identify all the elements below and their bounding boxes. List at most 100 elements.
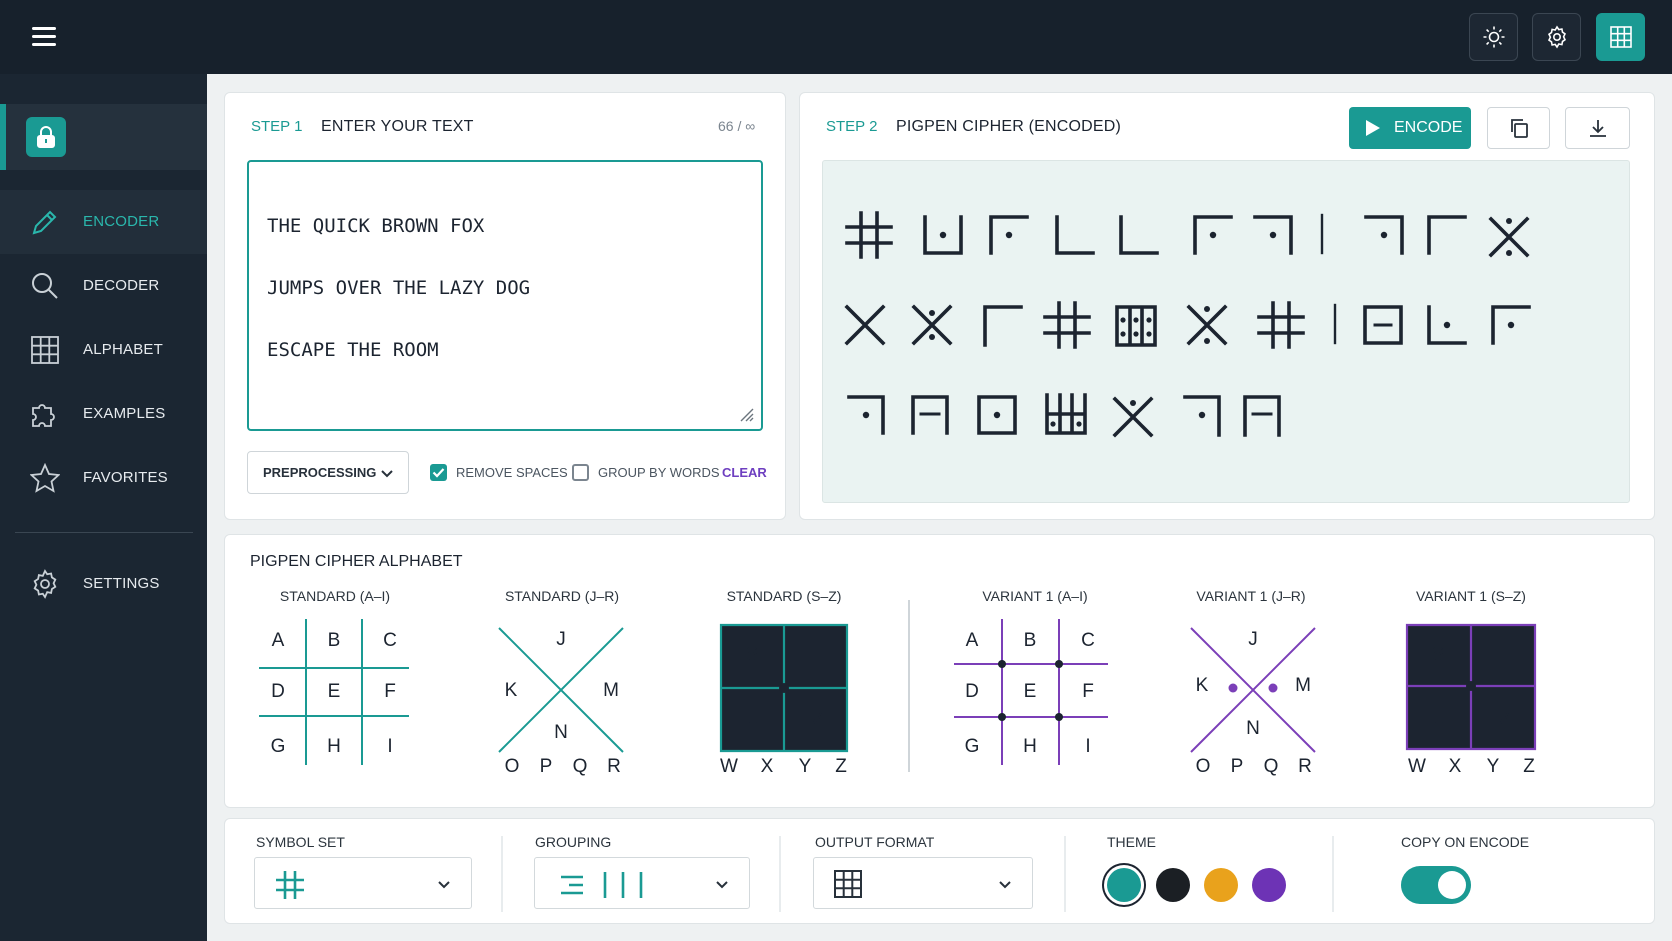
gear-icon xyxy=(1547,25,1566,49)
grid-view-button[interactable] xyxy=(1596,13,1645,61)
star-icon xyxy=(30,463,60,493)
svg-text:M: M xyxy=(603,680,619,701)
grid-icon xyxy=(834,870,862,898)
hash-icon xyxy=(276,871,304,899)
svg-text:V: V xyxy=(1497,709,1510,730)
grid-letters: A B C D E F G H I xyxy=(271,630,397,757)
settings-button[interactable] xyxy=(1532,13,1581,61)
svg-text:E: E xyxy=(328,681,341,702)
download-button[interactable] xyxy=(1565,107,1630,149)
chevron-down-icon xyxy=(716,881,728,889)
puzzle-icon xyxy=(32,404,55,427)
output-format-label: OUTPUT FORMAT xyxy=(815,834,935,850)
remove-spaces-label: REMOVE SPACES xyxy=(456,465,568,480)
cipher-glyph xyxy=(1119,215,1159,255)
svg-text:V: V xyxy=(810,709,823,730)
grouping-select[interactable] xyxy=(534,857,750,909)
sidebar-item-label: DECODER xyxy=(83,277,160,294)
cipher-glyph xyxy=(911,395,949,435)
copy-on-encode-toggle[interactable] xyxy=(1401,866,1471,904)
cipher-glyph xyxy=(911,304,953,346)
svg-text:K: K xyxy=(505,680,518,701)
top-bar xyxy=(0,0,1672,74)
sidebar-item-label: ALPHABET xyxy=(83,341,163,358)
theme-swatch-black[interactable] xyxy=(1156,868,1190,902)
step2-title: PIGPEN CIPHER (ENCODED) xyxy=(896,118,1122,135)
svg-text:N: N xyxy=(554,722,568,743)
cipher-glyph xyxy=(1045,393,1087,435)
output-format-select[interactable] xyxy=(813,857,1033,909)
svg-text:I: I xyxy=(387,736,392,757)
cipher-glyph xyxy=(1364,215,1404,255)
symbol-set-label: SYMBOL SET xyxy=(256,834,345,850)
grouping-label: GROUPING xyxy=(535,834,612,850)
alphabet-title: PIGPEN CIPHER ALPHABET xyxy=(250,553,463,570)
svg-text:H: H xyxy=(1023,736,1037,757)
svg-text:U: U xyxy=(745,709,759,730)
download-icon xyxy=(1589,120,1606,137)
text-input[interactable]: THE QUICK BROWN FOX JUMPS OVER THE LAZY … xyxy=(247,160,763,431)
preprocessing-dropdown[interactable]: PREPROCESSING xyxy=(247,451,409,494)
copy-button[interactable] xyxy=(1487,107,1550,149)
svg-text:R: R xyxy=(1298,756,1312,777)
group-by-words-label: GROUP BY WORDS xyxy=(598,465,720,480)
symbol-set-select[interactable] xyxy=(254,857,472,909)
gear-icon xyxy=(33,569,57,599)
text-line: THE QUICK BROWN FOX xyxy=(267,215,485,237)
resize-handle-icon[interactable] xyxy=(740,408,754,422)
sidebar-item-label: FAVORITES xyxy=(83,469,168,486)
svg-text:X: X xyxy=(761,756,774,777)
svg-text:G: G xyxy=(271,736,286,757)
svg-text:O: O xyxy=(505,756,520,777)
sidebar-logo[interactable] xyxy=(0,104,207,170)
sidebar-item-alphabet[interactable]: ALPHABET xyxy=(0,318,207,382)
cipher-glyph xyxy=(1257,301,1305,349)
svg-text:F: F xyxy=(384,681,396,702)
cipher-glyph xyxy=(845,211,893,259)
clear-button[interactable]: CLEAR xyxy=(722,465,767,480)
theme-swatch-teal[interactable] xyxy=(1107,868,1141,902)
svg-text:G: G xyxy=(965,736,980,757)
cipher-output xyxy=(822,160,1630,503)
sidebar-item-settings[interactable]: SETTINGS xyxy=(0,552,207,616)
svg-text:Q: Q xyxy=(573,756,588,777)
sidebar-item-favorites[interactable]: FAVORITES xyxy=(0,446,207,510)
cipher-glyph xyxy=(923,215,963,255)
cipher-glyph xyxy=(1491,305,1531,345)
sidebar-item-encoder[interactable]: ENCODER xyxy=(0,190,207,254)
remove-spaces-checkbox[interactable] xyxy=(430,464,447,481)
svg-text:S: S xyxy=(1432,644,1445,665)
cipher-glyph xyxy=(977,395,1017,435)
chevron-down-icon xyxy=(438,881,450,889)
cipher-glyph xyxy=(1115,305,1157,347)
theme-swatch-orange[interactable] xyxy=(1204,868,1238,902)
svg-text:Y: Y xyxy=(799,756,812,777)
menu-icon[interactable] xyxy=(32,27,56,47)
cipher-glyph xyxy=(1183,395,1221,437)
search-icon xyxy=(32,273,58,299)
step1-title: ENTER YOUR TEXT xyxy=(321,118,474,135)
preprocessing-label: PREPROCESSING xyxy=(263,465,377,480)
step2-label: STEP 2 xyxy=(826,118,878,135)
cipher-glyph xyxy=(1112,396,1154,438)
svg-text:Z: Z xyxy=(835,756,847,777)
theme-label: THEME xyxy=(1107,834,1156,850)
svg-text:W: W xyxy=(720,756,738,777)
cipher-glyph xyxy=(983,305,1023,347)
theme-swatch-purple[interactable] xyxy=(1252,868,1286,902)
svg-text:U: U xyxy=(1431,709,1445,730)
encode-button[interactable]: ENCODE xyxy=(1349,107,1471,149)
svg-text:N: N xyxy=(1246,718,1260,739)
theme-toggle-button[interactable] xyxy=(1469,13,1518,61)
sidebar-item-decoder[interactable]: DECODER xyxy=(0,254,207,318)
group-by-words-checkbox[interactable] xyxy=(572,464,589,481)
cipher-glyph xyxy=(1253,215,1293,255)
svg-text:P: P xyxy=(540,756,553,777)
cipher-glyph xyxy=(844,304,886,346)
sidebar-divider xyxy=(15,532,193,533)
cipher-glyph xyxy=(1055,215,1095,255)
check-icon xyxy=(432,468,445,478)
svg-text:J: J xyxy=(556,629,566,650)
cipher-glyph xyxy=(1427,305,1467,345)
sidebar-item-examples[interactable]: EXAMPLES xyxy=(0,382,207,446)
